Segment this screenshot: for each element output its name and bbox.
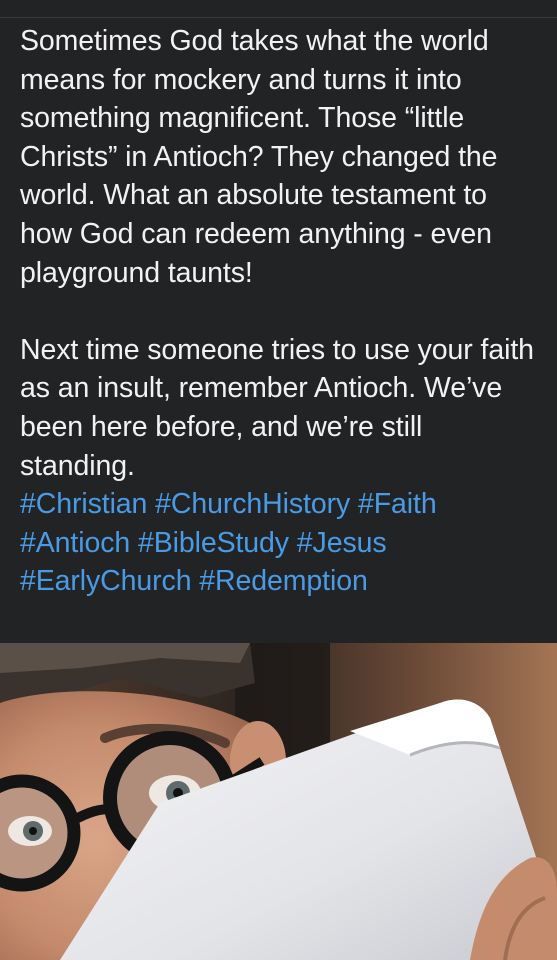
hashtag-link[interactable]: #EarlyChurch [20,565,192,597]
photo-illustration [0,643,557,960]
hashtag-link[interactable]: #Christian [20,488,147,520]
hashtag-list: #Christian #ChurchHistory #Faith #Antioc… [20,485,540,601]
post-body: Sometimes God takes what the world means… [20,22,540,601]
post-paragraph-1: Sometimes God takes what the world means… [20,25,498,289]
post-photo[interactable] [0,643,557,960]
hashtag-link[interactable]: #Jesus [297,527,387,559]
post-paragraph-2: Next time someone tries to use your fait… [20,333,534,482]
hashtag-link[interactable]: #Antioch [20,527,130,559]
hashtag-link[interactable]: #BibleStudy [138,527,289,559]
hashtag-link[interactable]: #ChurchHistory [155,488,350,520]
hashtag-link[interactable]: #Faith [358,488,437,520]
hashtag-link[interactable]: #Redemption [199,565,368,597]
top-divider [0,17,557,18]
